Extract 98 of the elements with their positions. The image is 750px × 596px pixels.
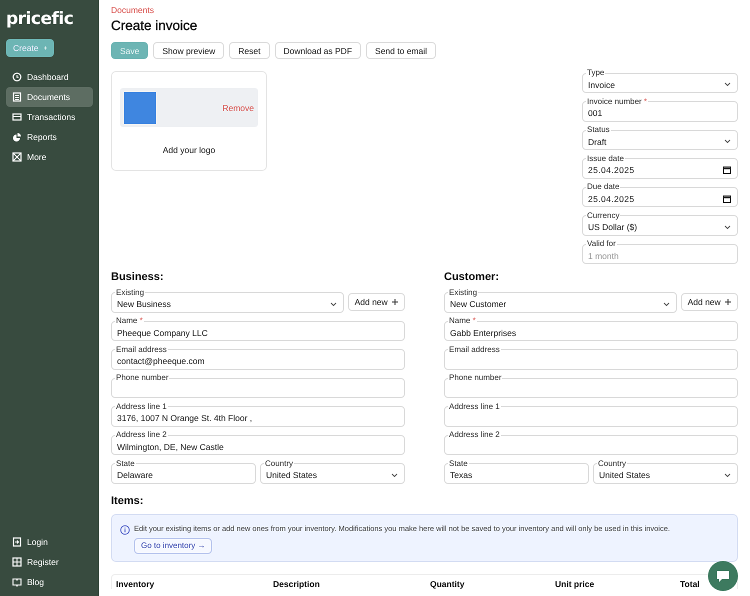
field-label: Address line 2 <box>448 431 501 439</box>
chevron-down-icon <box>663 302 670 306</box>
chevron-down-icon <box>391 472 398 478</box>
column-header: Description <box>273 578 321 588</box>
register-icon <box>12 557 22 567</box>
login-icon <box>12 537 22 547</box>
field-label: Phone number <box>448 374 502 382</box>
text-field[interactable]: Name * Pheeque Company LLC <box>111 317 405 341</box>
chevron-down-icon <box>724 472 731 478</box>
text-field[interactable]: Address line 2 <box>444 431 738 455</box>
plus-icon <box>44 45 47 51</box>
column-header: Total <box>680 578 701 588</box>
field-label: Address line 2 <box>115 431 168 439</box>
add-new-button[interactable]: Add new <box>681 292 738 310</box>
toolbar-button[interactable]: Send to email <box>366 42 436 59</box>
field-label: Name * <box>115 317 144 325</box>
document-icon <box>12 92 22 102</box>
field-label: Status <box>586 126 611 134</box>
chevron-down-icon <box>724 82 731 87</box>
field-label: Existing <box>448 288 478 296</box>
text-field[interactable]: State Texas <box>444 460 589 484</box>
field-label: Email address <box>115 346 168 354</box>
field-label: State <box>115 460 136 468</box>
toolbar-button[interactable]: Show preview <box>153 42 224 59</box>
select-field[interactable]: Country United States <box>593 460 738 484</box>
text-field[interactable]: Phone number <box>444 374 738 398</box>
select-field[interactable]: Currency US Dollar ($) <box>582 212 738 236</box>
calendar-icon <box>723 194 731 202</box>
card-icon <box>12 112 22 122</box>
text-field[interactable]: State Delaware <box>111 460 256 484</box>
text-field[interactable]: Address line 1 <box>444 402 738 426</box>
column-header: Inventory <box>116 578 156 588</box>
section-heading: Business: <box>111 271 165 284</box>
select-field[interactable]: Existing New Business <box>111 288 344 312</box>
chevron-down-icon <box>724 139 731 144</box>
section-heading: Customer: <box>444 271 500 284</box>
nav-item[interactable]: Login <box>6 532 93 552</box>
field-label: Phone number <box>115 374 170 382</box>
field-label: Currency <box>586 212 620 220</box>
chevron-down-icon <box>724 224 731 230</box>
nav-item[interactable]: Dashboard <box>6 67 93 87</box>
nav-item[interactable]: Blog <box>6 572 93 592</box>
column-header: Quantity <box>430 578 466 588</box>
logo-image-placeholder <box>124 92 156 124</box>
go-to-inventory-button[interactable]: Go to inventory → <box>134 538 212 554</box>
nav-item[interactable]: Transactions <box>6 107 93 127</box>
field-label: Name * <box>448 317 477 325</box>
field-label: Invoice number * <box>586 98 648 106</box>
chevron-down-icon <box>330 302 337 306</box>
text-field[interactable]: Invoice number * 001 <box>582 98 738 122</box>
speech-bubble-icon <box>716 570 730 582</box>
plus-icon <box>725 298 732 304</box>
chat-button[interactable] <box>708 561 738 591</box>
column-header: Unit price <box>555 578 596 588</box>
field-label: Address line 1 <box>448 402 501 410</box>
plus-icon <box>392 298 398 304</box>
grid-icon <box>12 152 22 162</box>
calendar-icon <box>723 166 731 174</box>
field-label: State <box>448 460 469 468</box>
toolbar-button[interactable]: Reset <box>229 42 270 59</box>
field-label: Existing <box>115 288 146 296</box>
text-field[interactable]: Email address contact@pheeque.com <box>111 346 405 370</box>
brand-logo: pricefic <box>6 8 74 30</box>
field-label: Valid for <box>586 240 617 248</box>
date-field[interactable]: Due date 25.04.2025 <box>582 183 738 207</box>
field-label: Due date <box>586 183 620 191</box>
field-label: Country <box>264 460 294 468</box>
field-label: Email address <box>448 346 501 354</box>
clock-icon <box>12 72 22 82</box>
logo-caption[interactable]: Add your logo <box>120 145 258 155</box>
nav-item[interactable]: Reports <box>6 127 93 147</box>
field-label: Type <box>586 69 606 77</box>
select-field[interactable]: Status Draft <box>582 126 738 150</box>
page-title: Create invoice <box>111 17 198 35</box>
pie-chart-icon <box>12 132 22 142</box>
info-icon <box>120 524 130 534</box>
add-new-button[interactable]: Add new <box>348 292 405 310</box>
toolbar-button[interactable]: Download as PDF <box>274 42 362 59</box>
field-label: Issue date <box>586 154 625 162</box>
field-label: Address line 1 <box>115 402 168 410</box>
nav-item[interactable]: Register <box>6 552 93 572</box>
text-field[interactable]: Address line 1 3176, 1007 N Orange St. 4th Floor , <box>111 402 405 426</box>
select-field[interactable]: Existing New Customer <box>444 288 677 312</box>
breadcrumb-link[interactable]: Documents <box>111 5 738 15</box>
text-field[interactable]: Name * Gabb Enterprises <box>444 317 738 341</box>
field-label: Country <box>597 460 628 468</box>
nav-item[interactable]: Documents <box>6 87 93 107</box>
book-icon <box>12 577 22 587</box>
text-field[interactable]: Phone number <box>111 374 405 398</box>
select-field[interactable]: Type Invoice <box>582 69 738 93</box>
select-field[interactable]: Country United States <box>260 460 405 484</box>
text-field[interactable]: Email address <box>444 346 738 370</box>
section-heading: Items: <box>111 494 144 508</box>
date-field[interactable]: Issue date 25.04.2025 <box>582 154 738 178</box>
remove-link[interactable]: Remove <box>222 102 254 112</box>
nav-item[interactable]: More <box>6 147 93 167</box>
text-field[interactable]: Valid for 1 month <box>582 240 738 264</box>
text-field[interactable]: Address line 2 Wilmington, DE, New Castle <box>111 431 405 455</box>
